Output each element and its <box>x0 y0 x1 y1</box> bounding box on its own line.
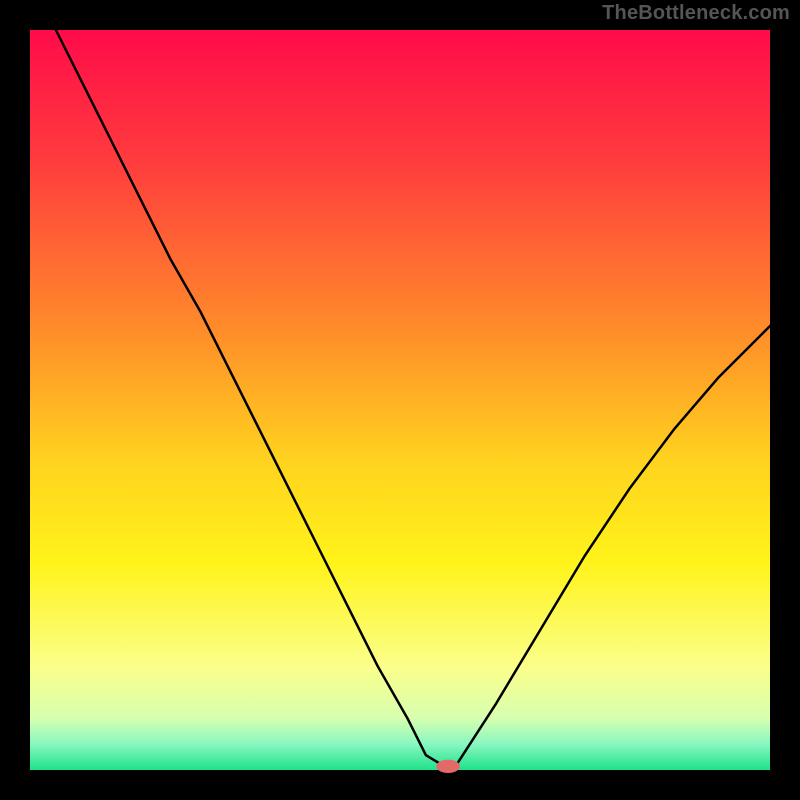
optimum-marker <box>436 760 460 773</box>
chart-frame: TheBottleneck.com <box>0 0 800 800</box>
bottleneck-chart <box>0 0 800 800</box>
plot-background <box>30 30 770 770</box>
